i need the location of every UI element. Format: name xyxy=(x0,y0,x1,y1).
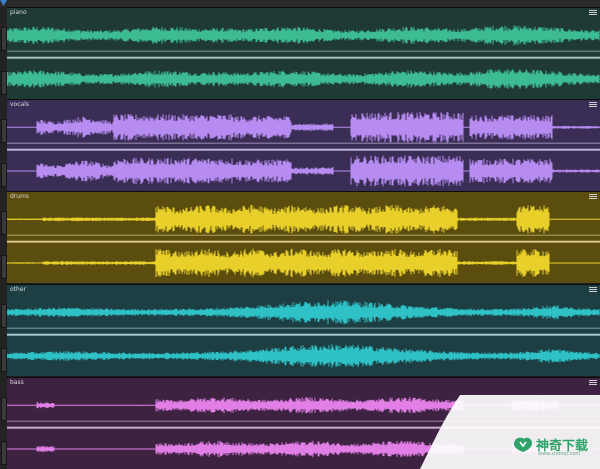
track-name-label: drums xyxy=(10,193,30,200)
channel-1-waveform xyxy=(7,300,600,325)
waveform-other[interactable] xyxy=(7,285,600,376)
track-menu-icon[interactable] xyxy=(589,102,597,107)
waveform-piano[interactable] xyxy=(7,8,600,99)
lane-guide xyxy=(7,50,600,52)
channel-1-waveform xyxy=(36,111,600,143)
track-other[interactable]: other xyxy=(7,284,600,376)
lane-guide xyxy=(7,234,600,236)
multitrack-editor: piano vocals drums other bass 神奇下载 www.shenq… xyxy=(0,0,600,469)
track-name-label: other xyxy=(10,286,26,293)
track-name-label: piano xyxy=(10,9,27,16)
playhead-marker-icon[interactable] xyxy=(0,0,8,7)
download-logo-icon xyxy=(514,437,532,452)
waveform-vocals[interactable] xyxy=(7,100,600,191)
channel-1-waveform xyxy=(7,204,600,234)
watermark-background xyxy=(420,395,600,469)
channel-2-waveform xyxy=(7,248,600,278)
track-name-label: bass xyxy=(10,379,24,386)
track-piano[interactable]: piano xyxy=(7,7,600,99)
track-name-label: vocals xyxy=(10,101,29,108)
channel-2-waveform xyxy=(7,344,600,368)
track-menu-icon[interactable] xyxy=(589,194,597,199)
channel-divider xyxy=(7,56,600,59)
channel-divider xyxy=(7,333,600,336)
watermark: 神奇下载 www.shenqi.com xyxy=(420,395,600,469)
watermark-url: www.shenqi.com xyxy=(538,451,581,457)
channel-2-waveform xyxy=(36,155,600,187)
track-drums[interactable]: drums xyxy=(7,191,600,283)
track-vocals[interactable]: vocals xyxy=(7,99,600,191)
channel-divider xyxy=(7,148,600,151)
lane-guide xyxy=(7,327,600,329)
channel-1-waveform xyxy=(7,25,600,46)
track-menu-icon[interactable] xyxy=(589,380,597,385)
channel-2-waveform xyxy=(7,69,600,89)
waveform-drums[interactable] xyxy=(7,192,600,283)
lane-guide xyxy=(7,142,600,144)
channel-divider xyxy=(7,240,600,243)
track-menu-icon[interactable] xyxy=(589,10,597,15)
track-menu-icon[interactable] xyxy=(589,287,597,292)
